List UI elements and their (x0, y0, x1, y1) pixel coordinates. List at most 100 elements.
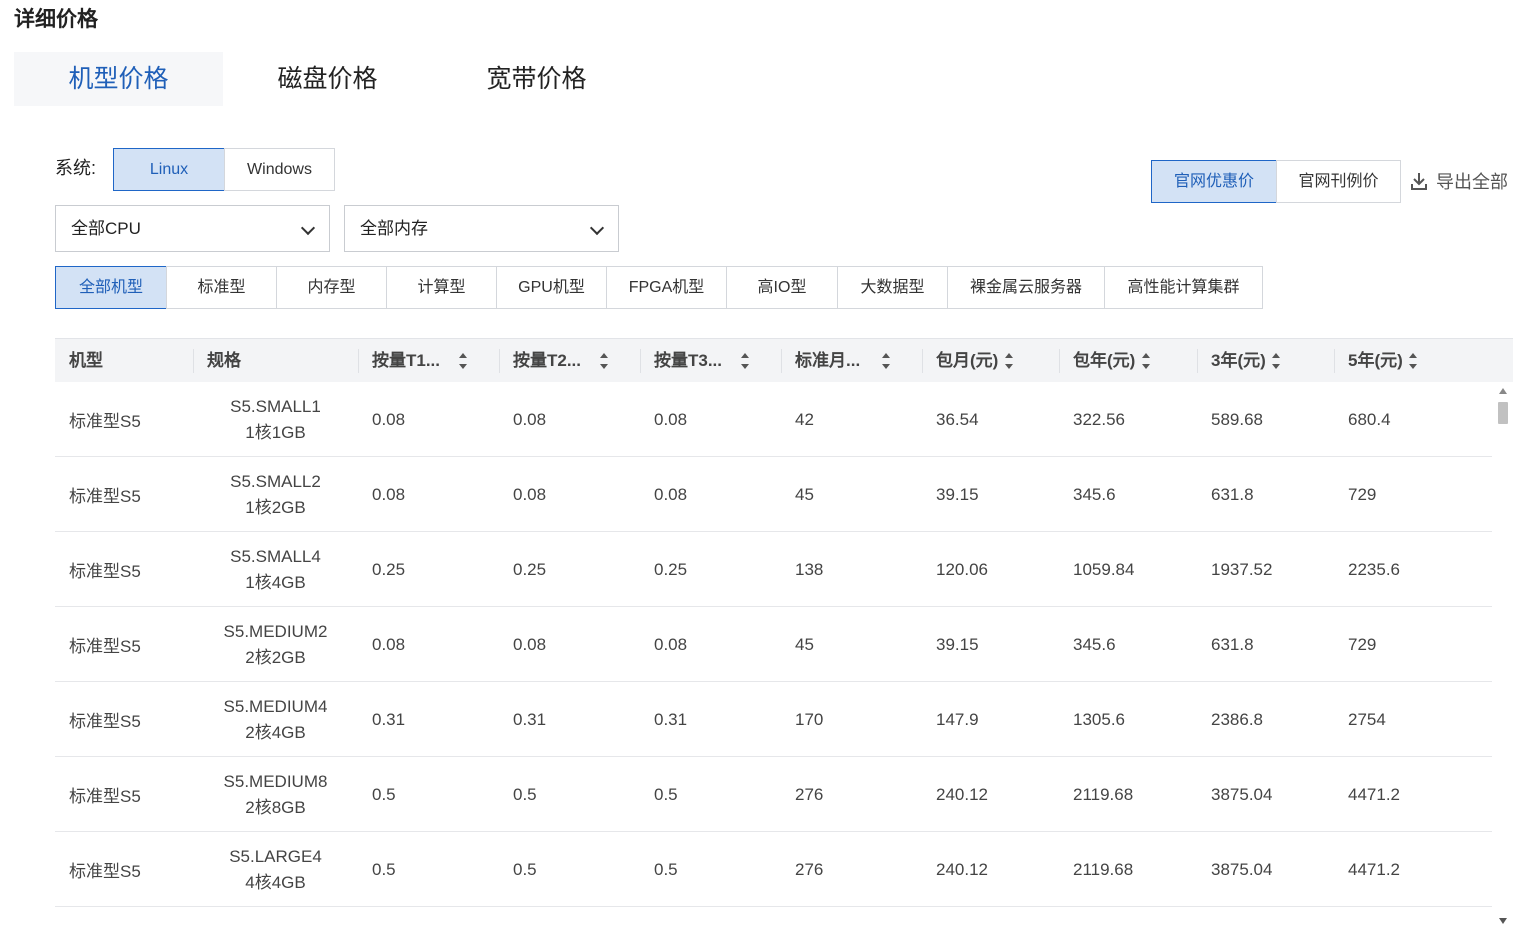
spec-name: S5.SMALL2 (230, 471, 321, 491)
column-header-3-years[interactable]: 3年(元) (1197, 339, 1334, 383)
spec-name: S5.LARGE4 (229, 846, 322, 866)
table-row: 标准型S5 S5.SMALL2 1核2GB 0.08 0.08 0.08 45 39.15 34… (55, 457, 1492, 532)
spec-name: S5.MEDIUM8 (223, 771, 328, 791)
table-scrollbar[interactable] (1495, 384, 1511, 926)
cell-t1: 0.08 (372, 484, 406, 504)
tab-bandwidth-price[interactable]: 宽带价格 (432, 52, 641, 106)
cpu-select[interactable]: 全部CPU (55, 205, 330, 252)
column-header-5-years[interactable]: 5年(元) (1334, 339, 1513, 383)
cell-std-month: 138 (795, 559, 824, 579)
cell-yearly (1059, 907, 1197, 926)
cell-t1: 0.5 (372, 859, 396, 879)
model-type-memory-button[interactable]: 内存型 (276, 266, 387, 309)
cell-yearly: 345.6 (1073, 634, 1116, 654)
cell-std-month (781, 907, 922, 926)
cell-t3: 0.08 (654, 634, 688, 654)
cell-spec: S5.SMALL2 1核2GB (193, 457, 358, 532)
cell-spec: S5.LARGE4 4核4GB (193, 832, 358, 907)
system-linux-button[interactable]: Linux (113, 148, 225, 191)
table-header: 机型 规格 按量T1... 按量T2... 按量T3... 标准月... 包月(… (55, 338, 1513, 382)
cell-yearly: 1059.84 (1073, 559, 1135, 579)
cell-y5 (1334, 907, 1492, 926)
cell-y5: 2235.6 (1348, 559, 1400, 579)
cell-t1: 0.08 (372, 634, 406, 654)
cell-t3: 0.25 (654, 559, 688, 579)
cell-spec: S5.MEDIUM8 2核8GB (193, 757, 358, 832)
model-type-standard-button[interactable]: 标准型 (166, 266, 277, 309)
price-official-list-button[interactable]: 官网刊例价 (1276, 160, 1401, 203)
sort-icon[interactable] (1408, 352, 1418, 370)
cell-monthly: 39.15 (936, 634, 979, 654)
table-row: 标准型S5 S5.MEDIUM2 2核2GB 0.08 0.08 0.08 45 39.15 3… (55, 607, 1492, 682)
cell-t1 (358, 907, 499, 926)
scroll-down-icon[interactable] (1499, 918, 1507, 924)
column-header-t1[interactable]: 按量T1... (358, 339, 499, 383)
model-type-hpc-cluster-button[interactable]: 高性能计算集群 (1104, 266, 1263, 309)
model-type-all-button[interactable]: 全部机型 (55, 266, 167, 309)
sort-icon[interactable] (599, 352, 609, 370)
sort-icon[interactable] (881, 352, 891, 370)
cell-y3: 631.8 (1211, 484, 1254, 504)
cell-type: 标准型S5 (69, 712, 141, 731)
cell-t1: 0.5 (372, 784, 396, 804)
cell-t3: 0.08 (654, 409, 688, 429)
price-type-toggle: 官网优惠价 官网刊例价 (1151, 160, 1401, 203)
memory-select[interactable]: 全部内存 (344, 205, 619, 252)
column-header-spec: 规格 (193, 339, 358, 383)
cell-y5: 729 (1348, 484, 1377, 504)
model-type-gpu-button[interactable]: GPU机型 (496, 266, 607, 309)
table-row: 标准型S5 S5.MEDIUM4 2核4GB 0.31 0.31 0.31 170 147.9… (55, 682, 1492, 757)
column-header-t2[interactable]: 按量T2... (499, 339, 640, 383)
cell-yearly: 1305.6 (1073, 709, 1125, 729)
cell-t2: 0.08 (513, 484, 547, 504)
model-type-fpga-button[interactable]: FPGA机型 (606, 266, 727, 309)
cell-t3 (640, 907, 781, 926)
scroll-up-icon[interactable] (1499, 388, 1507, 394)
system-windows-button[interactable]: Windows (224, 148, 335, 191)
column-header-t3[interactable]: 按量T3... (640, 339, 781, 383)
cell-yearly: 2119.68 (1073, 859, 1134, 879)
cell-type: 标准型S5 (69, 637, 141, 656)
cell-type: 标准型S5 (69, 487, 141, 506)
price-official-discount-button[interactable]: 官网优惠价 (1151, 160, 1277, 203)
export-all-button[interactable]: 导出全部 (1410, 168, 1508, 194)
column-header-yearly[interactable]: 包年(元) (1059, 339, 1197, 383)
column-header-standard-month[interactable]: 标准月... (781, 339, 922, 383)
model-type-compute-button[interactable]: 计算型 (386, 266, 497, 309)
sort-icon[interactable] (1271, 352, 1281, 370)
cell-t2: 0.5 (513, 784, 537, 804)
sort-icon[interactable] (740, 352, 750, 370)
chevron-down-icon (589, 220, 605, 236)
scrollbar-thumb[interactable] (1498, 402, 1508, 424)
tab-disk-price[interactable]: 磁盘价格 (223, 52, 432, 106)
system-toggle: Linux Windows (113, 148, 335, 191)
table-row: 标准型S5 S5.LARGE4 4核4GB 0.5 0.5 0.5 276 240.12 211… (55, 832, 1492, 907)
cell-std-month: 45 (795, 634, 814, 654)
cell-std-month: 276 (795, 859, 824, 879)
cell-t3: 0.5 (654, 859, 678, 879)
sort-icon[interactable] (1004, 352, 1014, 370)
sort-icon[interactable] (458, 352, 468, 370)
table-row: 标准型S5 S5.SMALL4 1核4GB 0.25 0.25 0.25 138 120.06… (55, 532, 1492, 607)
export-all-label: 导出全部 (1436, 172, 1508, 192)
page-title: 详细价格 (14, 8, 98, 31)
cell-t1: 0.31 (372, 709, 406, 729)
cell-y5: 4471.2 (1348, 784, 1400, 804)
sort-icon[interactable] (1141, 352, 1151, 370)
model-type-big-data-button[interactable]: 大数据型 (837, 266, 948, 309)
spec-detail: 2核2GB (245, 647, 306, 667)
cell-spec: S5.MEDIUM2 2核2GB (193, 607, 358, 682)
cell-t2 (499, 907, 640, 926)
model-type-high-io-button[interactable]: 高IO型 (726, 266, 838, 309)
spec-detail: 1核1GB (245, 422, 306, 442)
spec-name: S5.MEDIUM4 (223, 696, 328, 716)
spec-name: S5.MEDIUM2 (223, 621, 328, 641)
system-label: 系统: (55, 158, 97, 178)
cell-std-month: 276 (795, 784, 824, 804)
tab-instance-price[interactable]: 机型价格 (14, 52, 223, 106)
column-header-monthly[interactable]: 包月(元) (922, 339, 1059, 383)
model-type-bare-metal-button[interactable]: 裸金属云服务器 (947, 266, 1105, 309)
cell-t2: 0.08 (513, 409, 547, 429)
table-row: 标准型S5 S5.SMALL1 1核1GB 0.08 0.08 0.08 42 36.54 32… (55, 382, 1492, 457)
memory-select-value: 全部内存 (360, 219, 428, 238)
